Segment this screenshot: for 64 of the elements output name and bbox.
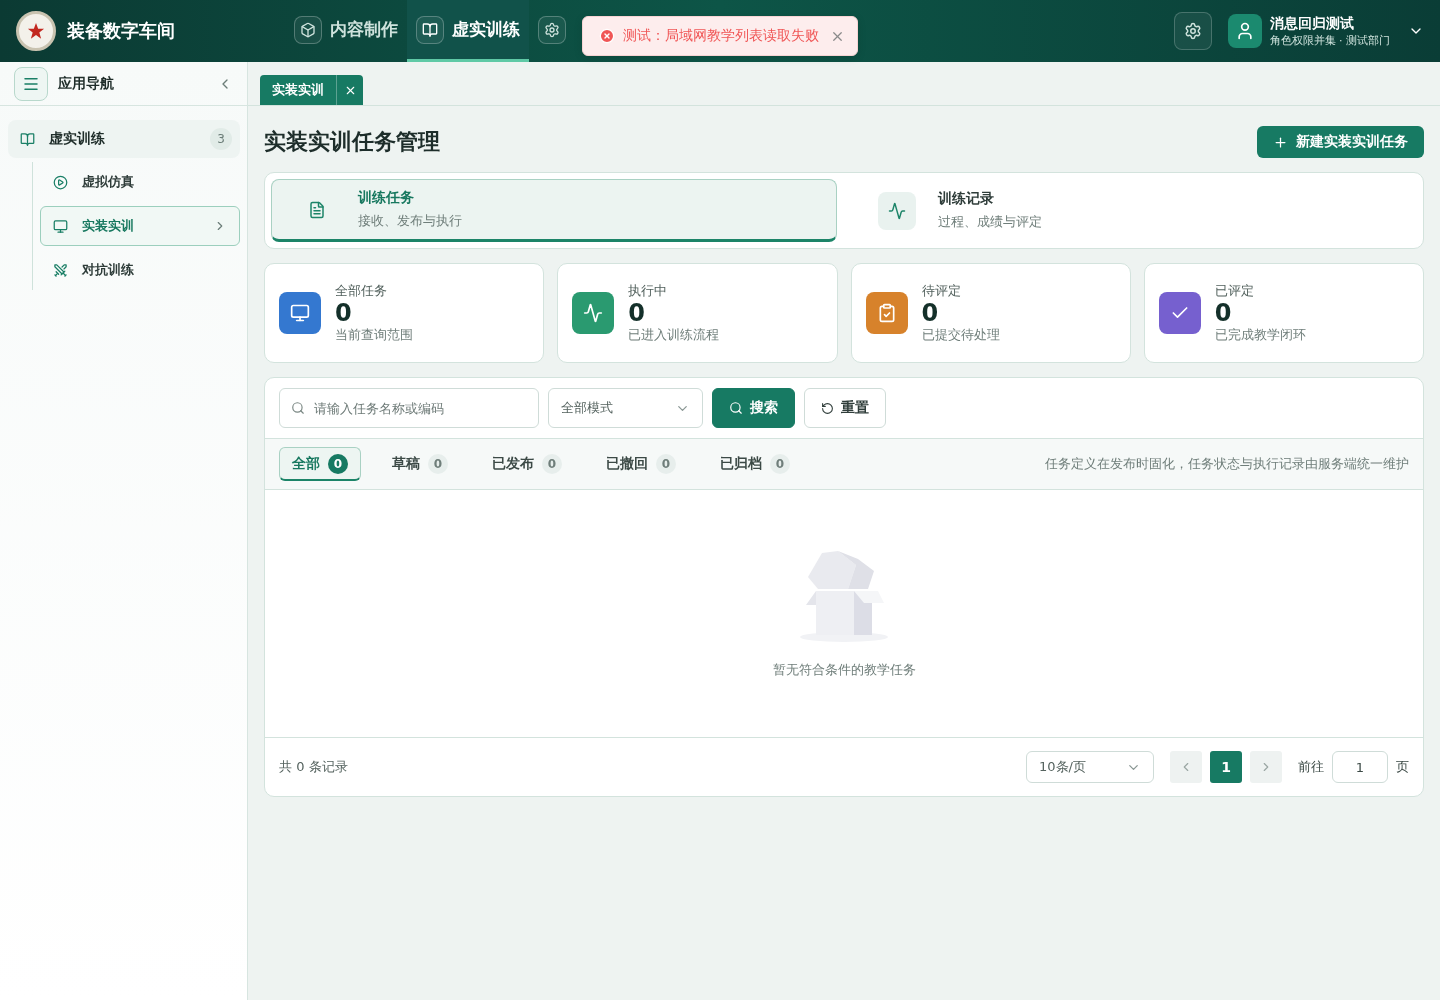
page-unit: 页 [1396, 758, 1409, 776]
sidebar-item[interactable]: 虚拟仿真 [40, 162, 240, 202]
count-badge: 3 [210, 128, 232, 150]
pulse-icon [583, 303, 604, 323]
stat-note: 已提交待处理 [921, 326, 1000, 345]
cube-icon [300, 21, 316, 38]
pulse-icon [888, 201, 906, 220]
empty-message: 暂无符合条件的教学任务 [772, 660, 916, 679]
emblem-logo [16, 11, 56, 51]
page-title: 实装实训任务管理 [264, 128, 440, 156]
total-count: 共 0 条记录 [279, 758, 348, 776]
stat-label: 全部任务 [335, 281, 388, 300]
swords-icon [53, 262, 68, 278]
stat-label: 已评定 [1214, 281, 1255, 300]
app-title: 装备数字车间 [67, 19, 176, 43]
stat-note: 已完成教学闭环 [1214, 326, 1306, 345]
stat-value: 0 [921, 299, 940, 327]
settings-button[interactable] [1173, 12, 1212, 50]
stat-value: 0 [335, 299, 353, 327]
goto-label: 前往 [1298, 758, 1324, 776]
status-tab[interactable]: 已归档 0 [707, 447, 803, 481]
stat-label: 待评定 [921, 281, 962, 300]
menu-button[interactable] [14, 66, 48, 101]
page-size-select[interactable]: 10条/页 [1026, 751, 1154, 783]
stat-value: 0 [628, 299, 646, 327]
user-name: 消息回归测试 [1269, 14, 1355, 33]
sidebar-item[interactable]: 实装实训 [40, 206, 240, 246]
reset-icon [821, 401, 834, 415]
stat-label: 执行中 [628, 281, 669, 300]
status-tab[interactable]: 已撤回 0 [593, 447, 689, 481]
settings-icon [1183, 22, 1202, 40]
user-role: 角色权限并集 · 测试部门 [1269, 32, 1390, 48]
top-nav-tab[interactable]: 内容制作 [285, 0, 407, 62]
book-icon [422, 21, 438, 38]
play-icon [53, 174, 68, 190]
sidebar-item[interactable]: 对抗训练 [40, 250, 240, 290]
plus-icon [1273, 134, 1288, 150]
document-icon [308, 200, 326, 219]
sidebar-title: 应用导航 [58, 74, 115, 93]
reset-button[interactable]: 重置 [804, 388, 886, 428]
search-icon [291, 401, 305, 415]
monitor-icon [53, 218, 68, 234]
book-icon [20, 131, 35, 147]
stat-note: 已进入训练流程 [628, 326, 720, 345]
mode-select[interactable]: 全部模式 [548, 388, 703, 428]
top-nav-tab[interactable]: 虚实训练 [407, 0, 529, 62]
search-button[interactable]: 搜索 [712, 388, 795, 428]
status-tab[interactable]: 草稿 0 [379, 447, 461, 481]
settings-icon [544, 21, 560, 38]
search-icon [729, 401, 743, 415]
status-tab[interactable]: 全部 0 [279, 447, 361, 481]
stat-value: 0 [1214, 299, 1233, 327]
view-tab[interactable]: 训练任务 接收、发布与执行 [271, 179, 837, 242]
page-number[interactable]: 1 [1210, 751, 1242, 783]
create-button[interactable]: 新建实装实训任务 [1257, 126, 1424, 158]
sidebar-group[interactable]: 虚实训练 3 [8, 120, 240, 158]
monitor-icon [290, 303, 310, 323]
search-field[interactable]: 请输入任务名称或编码 [279, 388, 539, 428]
page-input[interactable]: 1 [1332, 751, 1388, 783]
stat-note: 当前查询范围 [335, 326, 413, 345]
error-icon [599, 28, 615, 44]
status-tab[interactable]: 已发布 0 [479, 447, 575, 481]
status-note: 任务定义在发布时固化，任务状态与执行记录由服务端统一维护 [1045, 455, 1409, 473]
toast-message: 测试：局域网教学列表读取失败 [623, 27, 819, 45]
